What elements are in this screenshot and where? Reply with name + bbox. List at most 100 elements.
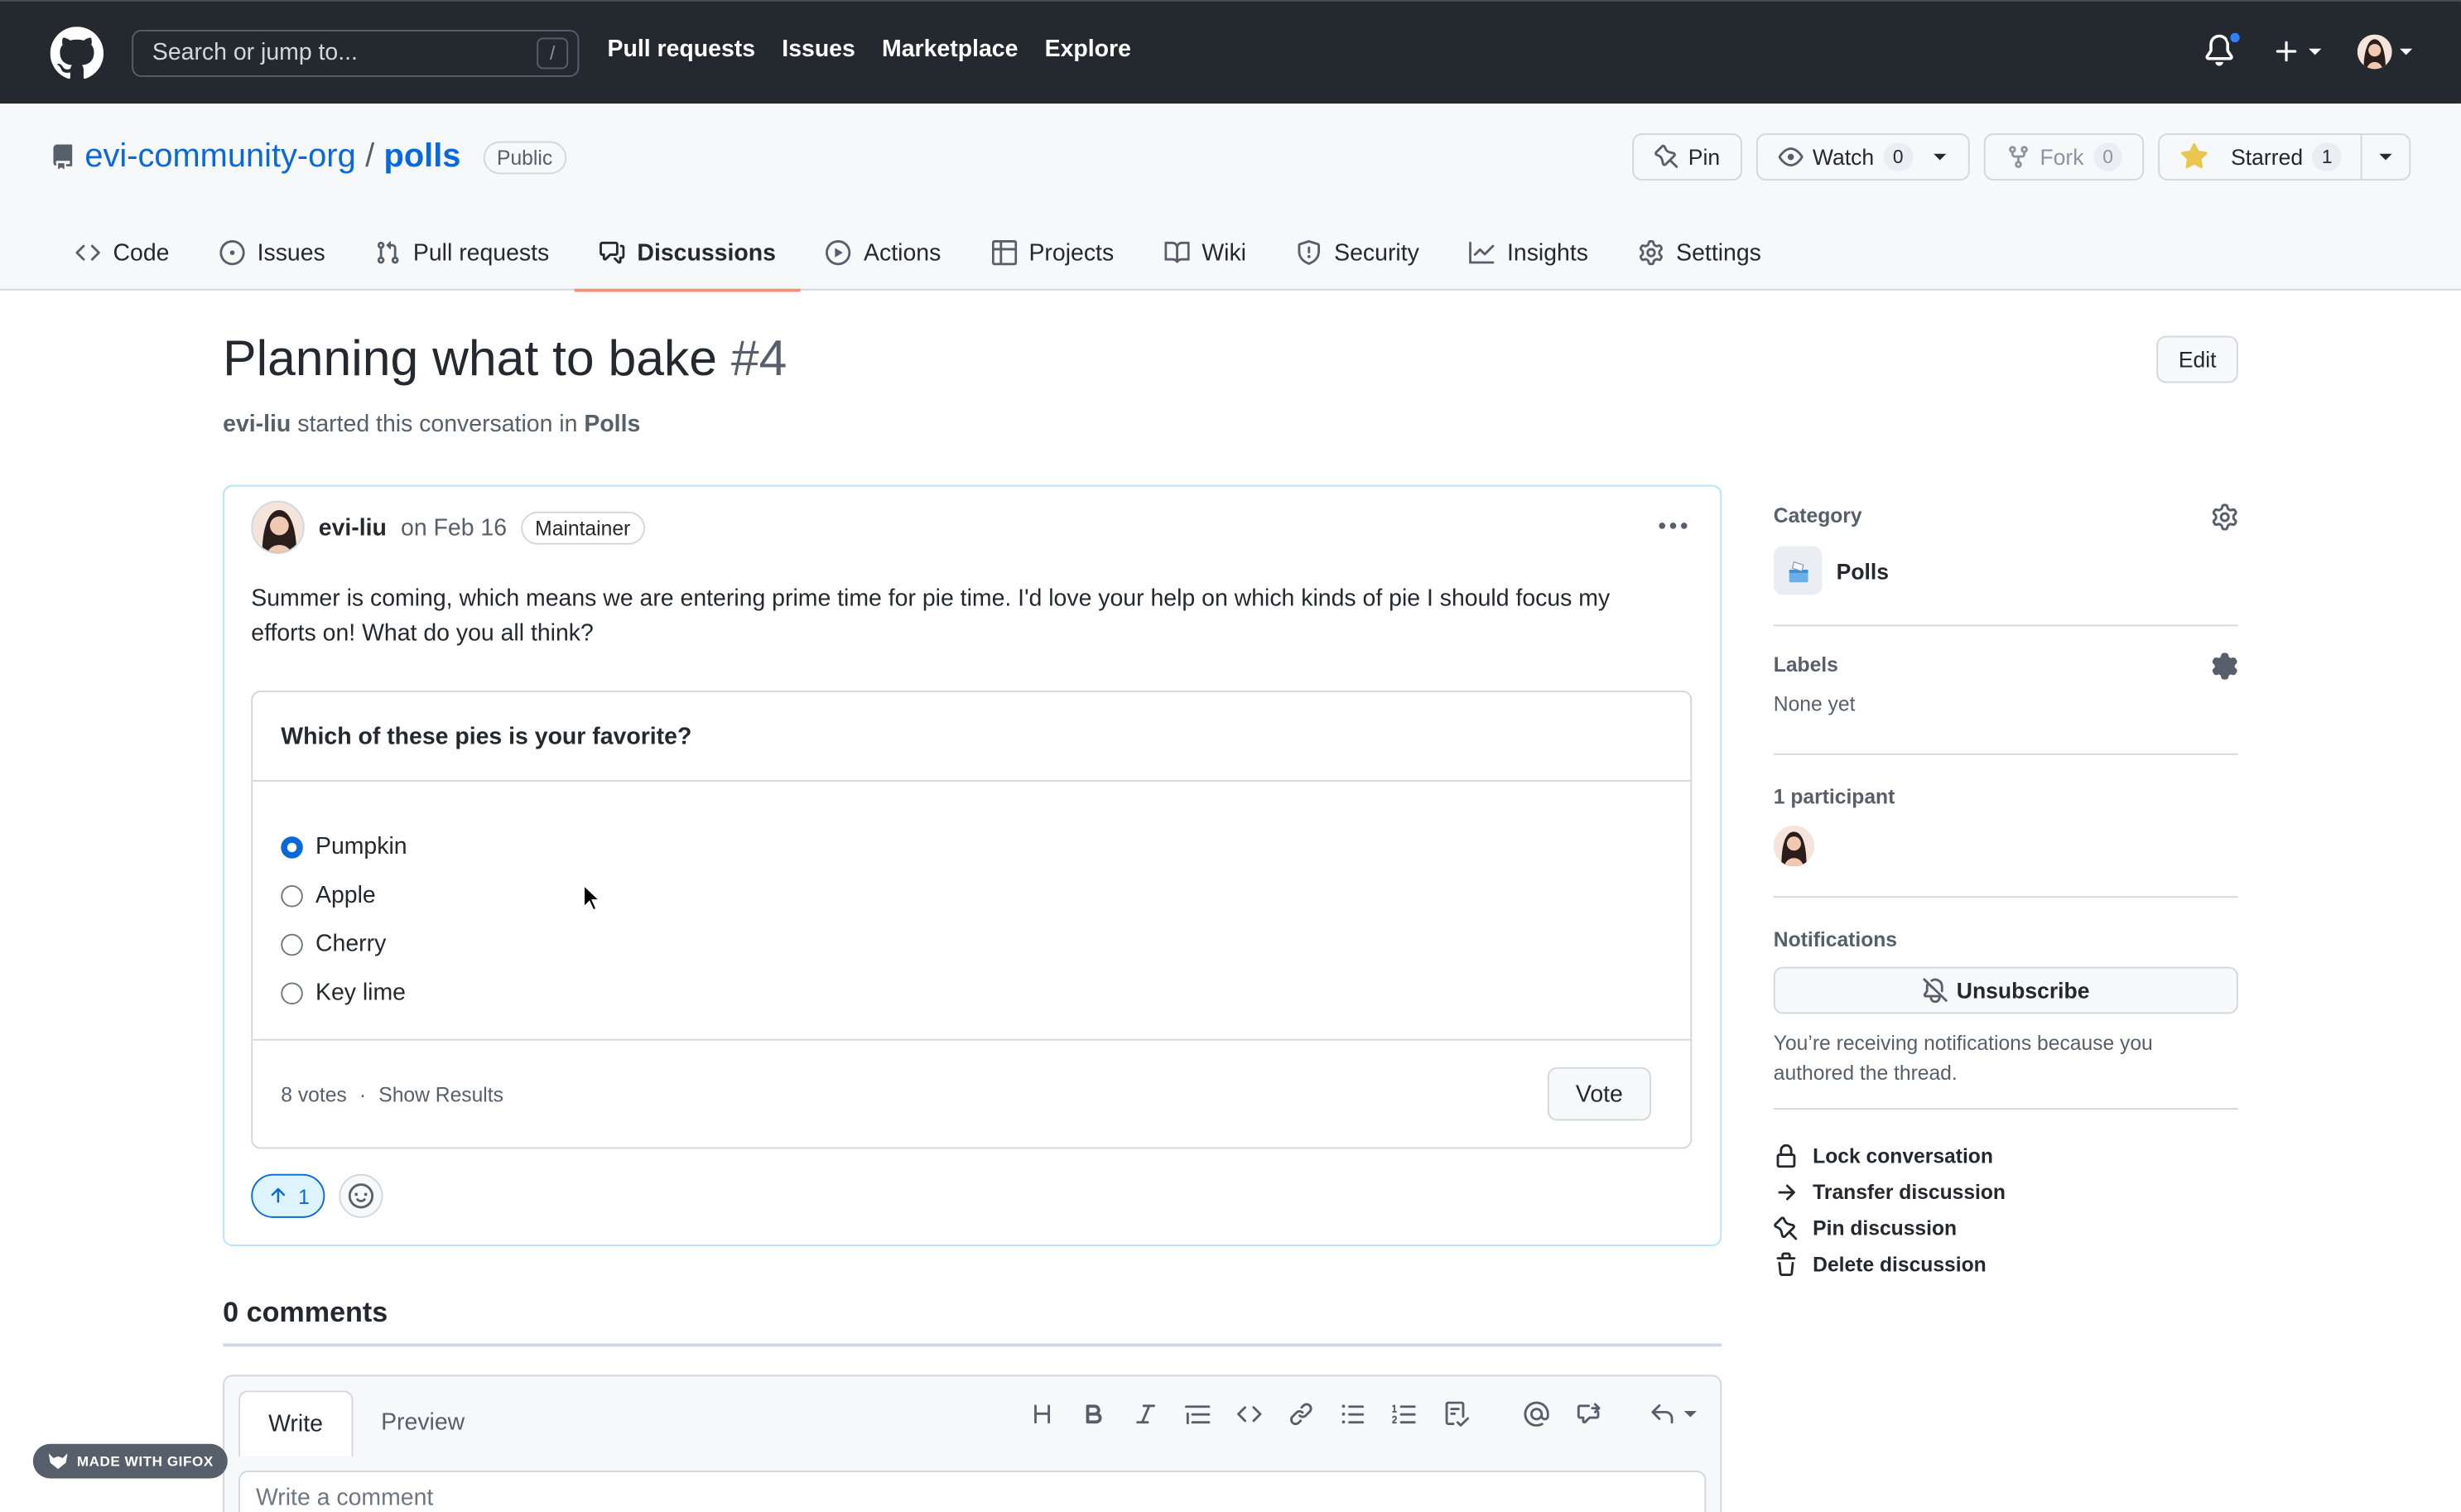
tab-projects[interactable]: Projects [966, 215, 1139, 291]
transfer-discussion-link[interactable]: Transfer discussion [1774, 1174, 2238, 1211]
discussion-post: evi-liu on Feb 16 Maintainer Summer is c… [223, 484, 1722, 1246]
pin-discussion-link[interactable]: Pin discussion [1774, 1210, 2238, 1246]
preview-tab[interactable]: Preview [353, 1390, 493, 1457]
poll-option-apple[interactable]: Apple [281, 871, 1662, 920]
lock-conversation-link[interactable]: Lock conversation [1774, 1138, 2238, 1174]
poll-option-label: Cherry [315, 930, 387, 958]
gear-icon[interactable] [2212, 503, 2238, 531]
nav-pull-requests[interactable]: Pull requests [608, 36, 756, 63]
mention-icon[interactable] [1524, 1401, 1549, 1427]
show-results-link[interactable]: Show Results [378, 1082, 503, 1105]
tab-actions[interactable]: Actions [801, 215, 966, 291]
discussion-title: Planning what to bake #4 [223, 330, 787, 388]
write-tab[interactable]: Write [238, 1390, 353, 1457]
add-reaction-button[interactable] [339, 1173, 383, 1218]
tab-settings[interactable]: Settings [1613, 215, 1786, 291]
watch-count: 0 [1883, 142, 1913, 171]
category-item[interactable]: Polls [1773, 546, 2238, 595]
star-list-dropdown[interactable] [2362, 133, 2411, 181]
unsubscribe-label: Unsubscribe [1956, 977, 2090, 1004]
poll-option-pumpkin[interactable]: Pumpkin [281, 822, 1662, 871]
ordered-list-icon[interactable] [1392, 1402, 1417, 1427]
post-author-link[interactable]: evi-liu [319, 514, 387, 541]
nav-issues[interactable]: Issues [782, 36, 855, 63]
repo-actions: Pin Watch 0 Fork 0 Starred 1 [1631, 133, 2411, 181]
unsubscribe-button[interactable]: Unsubscribe [1773, 966, 2238, 1014]
vote-button[interactable]: Vote [1547, 1067, 1651, 1121]
shield-icon [1298, 240, 1321, 265]
tab-security[interactable]: Security [1271, 215, 1444, 291]
post-date[interactable]: on Feb 16 [401, 514, 507, 541]
quote-icon[interactable] [1185, 1402, 1211, 1427]
discussion-title-text: Planning what to bake [223, 330, 717, 387]
radio-unselected[interactable] [281, 981, 303, 1004]
repo-owner-link[interactable]: evi-community-org [84, 138, 355, 176]
tab-code[interactable]: Code [51, 215, 195, 291]
author-avatar[interactable] [251, 500, 305, 555]
starred-button[interactable]: Starred 1 [2158, 133, 2362, 181]
caret-down-icon[interactable] [1683, 1406, 1698, 1422]
notification-reason: You’re receiving notifications because y… [1773, 1031, 2153, 1085]
sidebar-actions: Lock conversation Transfer discussion Pi… [1774, 1138, 2238, 1282]
gear-icon[interactable] [2212, 652, 2238, 680]
started-text: started this conversation in [297, 411, 578, 438]
poll-footer: 8 votes · Show Results Vote [253, 1038, 1691, 1148]
participant-avatar[interactable] [1773, 825, 1815, 867]
poll-options: Pumpkin Apple Cherry Key lime [253, 782, 1690, 1017]
nav-marketplace[interactable]: Marketplace [882, 36, 1018, 63]
arrow-up-icon [271, 1187, 286, 1203]
cross-reference-icon[interactable] [1576, 1402, 1601, 1427]
create-new-menu[interactable] [2273, 37, 2324, 65]
tab-label: Actions [864, 239, 942, 267]
github-logo-icon[interactable] [50, 26, 104, 79]
discussion-author-link[interactable]: evi-liu [223, 412, 291, 438]
pin-icon [1774, 1216, 1798, 1240]
tab-insights[interactable]: Insights [1444, 215, 1613, 291]
search-input[interactable]: Search or jump to... / [132, 30, 580, 77]
reply-icon[interactable] [1649, 1402, 1674, 1427]
repo-path-separator: / [365, 137, 375, 175]
comment-textarea[interactable]: Write a comment [238, 1470, 1707, 1512]
more-options-button[interactable] [1658, 505, 1689, 542]
unordered-list-icon[interactable] [1341, 1402, 1365, 1427]
tab-discussions[interactable]: Discussions [574, 215, 802, 292]
poll-option-key-lime[interactable]: Key lime [281, 968, 1662, 1017]
poll: Which of these pies is your favorite? Pu… [251, 690, 1693, 1149]
sidebar-category: Category Polls [1773, 503, 2238, 627]
bold-icon[interactable] [1081, 1402, 1106, 1427]
pull-request-icon [378, 241, 399, 264]
delete-discussion-link[interactable]: Delete discussion [1774, 1246, 2238, 1283]
fork-button[interactable]: Fork 0 [1983, 133, 2145, 181]
repo-name-link[interactable]: polls [384, 138, 461, 176]
edit-button[interactable]: Edit [2156, 335, 2239, 383]
discussion-category-link[interactable]: Polls [584, 412, 640, 438]
tasklist-icon[interactable] [1444, 1401, 1470, 1427]
search-shortcut-key: / [537, 37, 569, 70]
link-icon[interactable] [1288, 1402, 1313, 1427]
tab-pull-requests[interactable]: Pull requests [350, 215, 575, 291]
lock-icon [1776, 1143, 1796, 1168]
pin-button[interactable]: Pin [1631, 133, 1742, 181]
poll-option-cherry[interactable]: Cherry [281, 920, 1662, 969]
nav-explore[interactable]: Explore [1045, 36, 1131, 63]
radio-selected[interactable] [281, 835, 303, 858]
heading-icon[interactable] [1029, 1402, 1054, 1427]
italic-icon[interactable] [1133, 1402, 1158, 1427]
notifications-button[interactable] [2203, 30, 2243, 70]
comment-placeholder: Write a comment [255, 1485, 434, 1512]
edit-label: Edit [2178, 346, 2217, 373]
post-body: Summer is coming, which means we are ent… [251, 585, 1611, 647]
arrow-right-icon [1778, 1183, 1795, 1200]
comment-editor: Write Preview Write a comment [223, 1375, 1722, 1512]
tab-issues[interactable]: Issues [195, 215, 350, 291]
action-label: Pin discussion [1813, 1216, 1958, 1240]
user-menu[interactable] [2357, 34, 2414, 70]
code-icon[interactable] [1237, 1402, 1262, 1427]
fork-count: 0 [2093, 142, 2123, 171]
watch-button[interactable]: Watch 0 [1755, 133, 1970, 181]
tab-wiki[interactable]: Wiki [1139, 215, 1271, 291]
tab-label: Wiki [1202, 239, 1247, 267]
radio-unselected[interactable] [281, 884, 303, 907]
upvote-button[interactable]: 1 [251, 1173, 325, 1218]
radio-unselected[interactable] [281, 932, 303, 956]
